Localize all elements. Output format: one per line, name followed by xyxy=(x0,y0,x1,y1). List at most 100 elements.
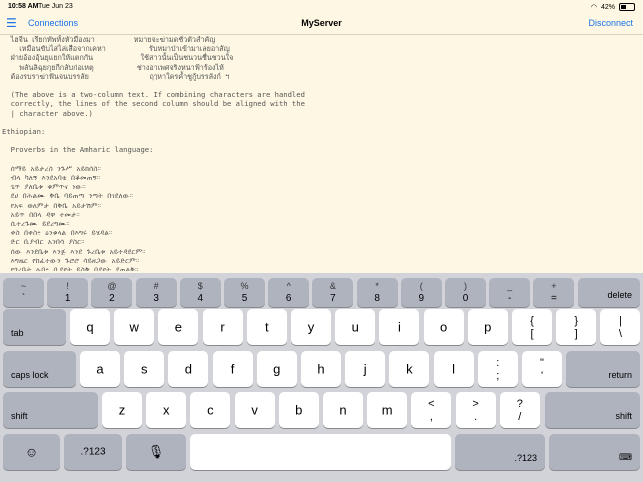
key-l-label: l xyxy=(452,361,456,377)
key-n[interactable]: n xyxy=(323,392,363,428)
numbers-right-key[interactable]: .?123 xyxy=(455,434,545,470)
key-punct-row4-2[interactable]: ? / xyxy=(499,392,540,428)
terminal-line: ሲተረጉሙ ይደረግሙ። xyxy=(2,219,70,229)
key-11-label: ) xyxy=(464,281,467,291)
key-t-label: t xyxy=(264,319,269,335)
key-symbol-2-label: | xyxy=(618,315,622,327)
key-b[interactable]: b xyxy=(278,392,319,428)
key-w[interactable]: w xyxy=(114,309,155,345)
key-punct-row4-0-label: < xyxy=(428,398,435,410)
key-symbol-0-label: { xyxy=(530,315,534,327)
key-symbol-2[interactable]: | \ xyxy=(600,309,641,345)
key-4[interactable]: #3 xyxy=(135,278,177,307)
key-z-label: z xyxy=(118,402,126,418)
key-5[interactable]: $4 xyxy=(179,278,221,307)
key-punct-row4-1[interactable]: >. xyxy=(455,392,496,428)
key-symbol-1-label: } xyxy=(574,315,579,327)
wifi-icon: ◠ xyxy=(590,4,597,11)
key-q[interactable]: q xyxy=(70,309,110,345)
key-x[interactable]: x xyxy=(146,392,187,428)
terminal-line: ሰማይ አይታረስ ንጉሥ አይከሰስ። xyxy=(2,163,101,173)
terminal-line: | character above.) xyxy=(2,108,93,118)
key-e[interactable]: e xyxy=(158,309,199,345)
key-symbol-0[interactable]: {[ xyxy=(512,309,552,345)
key-j[interactable]: j xyxy=(345,351,386,387)
terminal-line: ጌጥ ያለቤቱ ቁምጥና ነው። xyxy=(2,182,86,192)
key-symbol-1[interactable]: }] xyxy=(556,309,597,345)
key-s[interactable]: s xyxy=(124,351,165,387)
key-8[interactable]: & 7 xyxy=(312,278,354,307)
status-bar: 10:58 AM Tue Jun 23 ◠ 42% xyxy=(0,0,643,12)
key-punct-1[interactable]: " ' xyxy=(522,351,562,387)
dictation-key[interactable]: 🎙 xyxy=(126,434,186,470)
key-m[interactable]: m xyxy=(367,392,408,428)
key-i-label: i xyxy=(397,319,401,335)
key-3-label: @ xyxy=(107,281,117,291)
key-11[interactable]: ) 0 xyxy=(445,278,486,307)
key-d[interactable]: d xyxy=(168,351,209,387)
space-bar[interactable] xyxy=(190,434,451,470)
key-12[interactable]: _ - xyxy=(489,278,531,307)
terminal-line: พลันลิฉุยกุยกีกลับก่อเหตุ ช่างอาเพศจริงห… xyxy=(2,62,224,72)
page-title: MyServer xyxy=(301,18,342,28)
key-u[interactable]: u xyxy=(335,309,376,345)
emoji-key[interactable]: ☺ xyxy=(3,434,60,470)
key-punct-row4-0[interactable]: <, xyxy=(411,392,452,428)
key-punct-0[interactable]: :; xyxy=(477,351,518,387)
disconnect-button[interactable]: Disconnect xyxy=(588,18,633,28)
shift-left-key[interactable]: shift xyxy=(3,392,98,428)
key-a[interactable]: a xyxy=(80,351,120,387)
key-symbol-0-label: [ xyxy=(530,328,534,340)
numbers-right-key-label: .?123 xyxy=(514,453,537,463)
key-9[interactable]: * 8 xyxy=(356,278,398,307)
key-13[interactable]: + = xyxy=(533,278,575,307)
key-f[interactable]: f xyxy=(212,351,253,387)
terminal-line: ต้องรบราฆ่าฟันจนบรรลัย ฤๅหาใครค้ำชูกู้บร… xyxy=(2,71,230,81)
key-10[interactable]: (9 xyxy=(400,278,442,307)
key-r[interactable]: r xyxy=(202,309,243,345)
terminal-line: ደሀ በሕልሙ ቅቤ ባይጠጣ ንጣት በገደለው። xyxy=(2,191,134,201)
key-6[interactable]: % 5 xyxy=(224,278,265,307)
terminal-output[interactable]: ไฮจีน เรียกทัพทั้งหัวมืองมา หมายจะฆ่ามดช… xyxy=(0,35,643,271)
key-4-label: # xyxy=(153,281,159,291)
delete-key[interactable]: delete xyxy=(578,278,640,307)
key-i[interactable]: i xyxy=(379,309,420,345)
key-7-label: 6 xyxy=(285,293,292,304)
battery-percent: 42% xyxy=(600,3,615,11)
return-key[interactable]: return xyxy=(566,351,640,387)
key-1-label: ~ xyxy=(20,281,27,291)
key-7[interactable]: ^ 6 xyxy=(268,278,310,307)
key-b-label: b xyxy=(295,402,303,418)
key-r-label: r xyxy=(220,319,225,335)
key-1-label: ` xyxy=(21,293,26,304)
key-2[interactable]: ! 1 xyxy=(47,278,89,307)
shift-right-key[interactable]: shift xyxy=(545,392,640,428)
key-t[interactable]: t xyxy=(246,309,287,345)
key-y[interactable]: y xyxy=(291,309,331,345)
key-3[interactable]: @2 xyxy=(91,278,133,307)
key-c-label: c xyxy=(207,402,214,418)
key-h[interactable]: h xyxy=(301,351,341,387)
numbers-left-key[interactable]: .?123 xyxy=(64,434,122,470)
key-9-label: * xyxy=(375,281,379,291)
key-v[interactable]: v xyxy=(234,392,275,428)
hide-keyboard-key[interactable]: ⌨ xyxy=(549,434,640,470)
status-date: Tue Jun 23 xyxy=(38,3,73,10)
key-k[interactable]: k xyxy=(389,351,430,387)
terminal-line: የአፍ ወለምታ በቅቤ አይታሽም። xyxy=(2,200,102,210)
key-l[interactable]: l xyxy=(433,351,474,387)
key-z[interactable]: z xyxy=(102,392,142,428)
key-p[interactable]: p xyxy=(467,309,508,345)
tab-key[interactable]: tab xyxy=(3,309,66,345)
key-3-label: 2 xyxy=(109,293,115,304)
key-c[interactable]: c xyxy=(190,392,231,428)
key-13-label: = xyxy=(550,293,557,304)
caps-lock-key[interactable]: caps lock xyxy=(3,351,76,387)
key-o[interactable]: o xyxy=(423,309,464,345)
key-1[interactable]: ~ ` xyxy=(3,278,44,307)
terminal-line: ฝ่ายอ้องอุ้นยุแยกให้แตกกัน ใช้สาวนั้นเป็… xyxy=(2,53,234,63)
terminal-line: correctly, the lines of the second colum… xyxy=(2,99,305,109)
key-g[interactable]: g xyxy=(256,351,297,387)
